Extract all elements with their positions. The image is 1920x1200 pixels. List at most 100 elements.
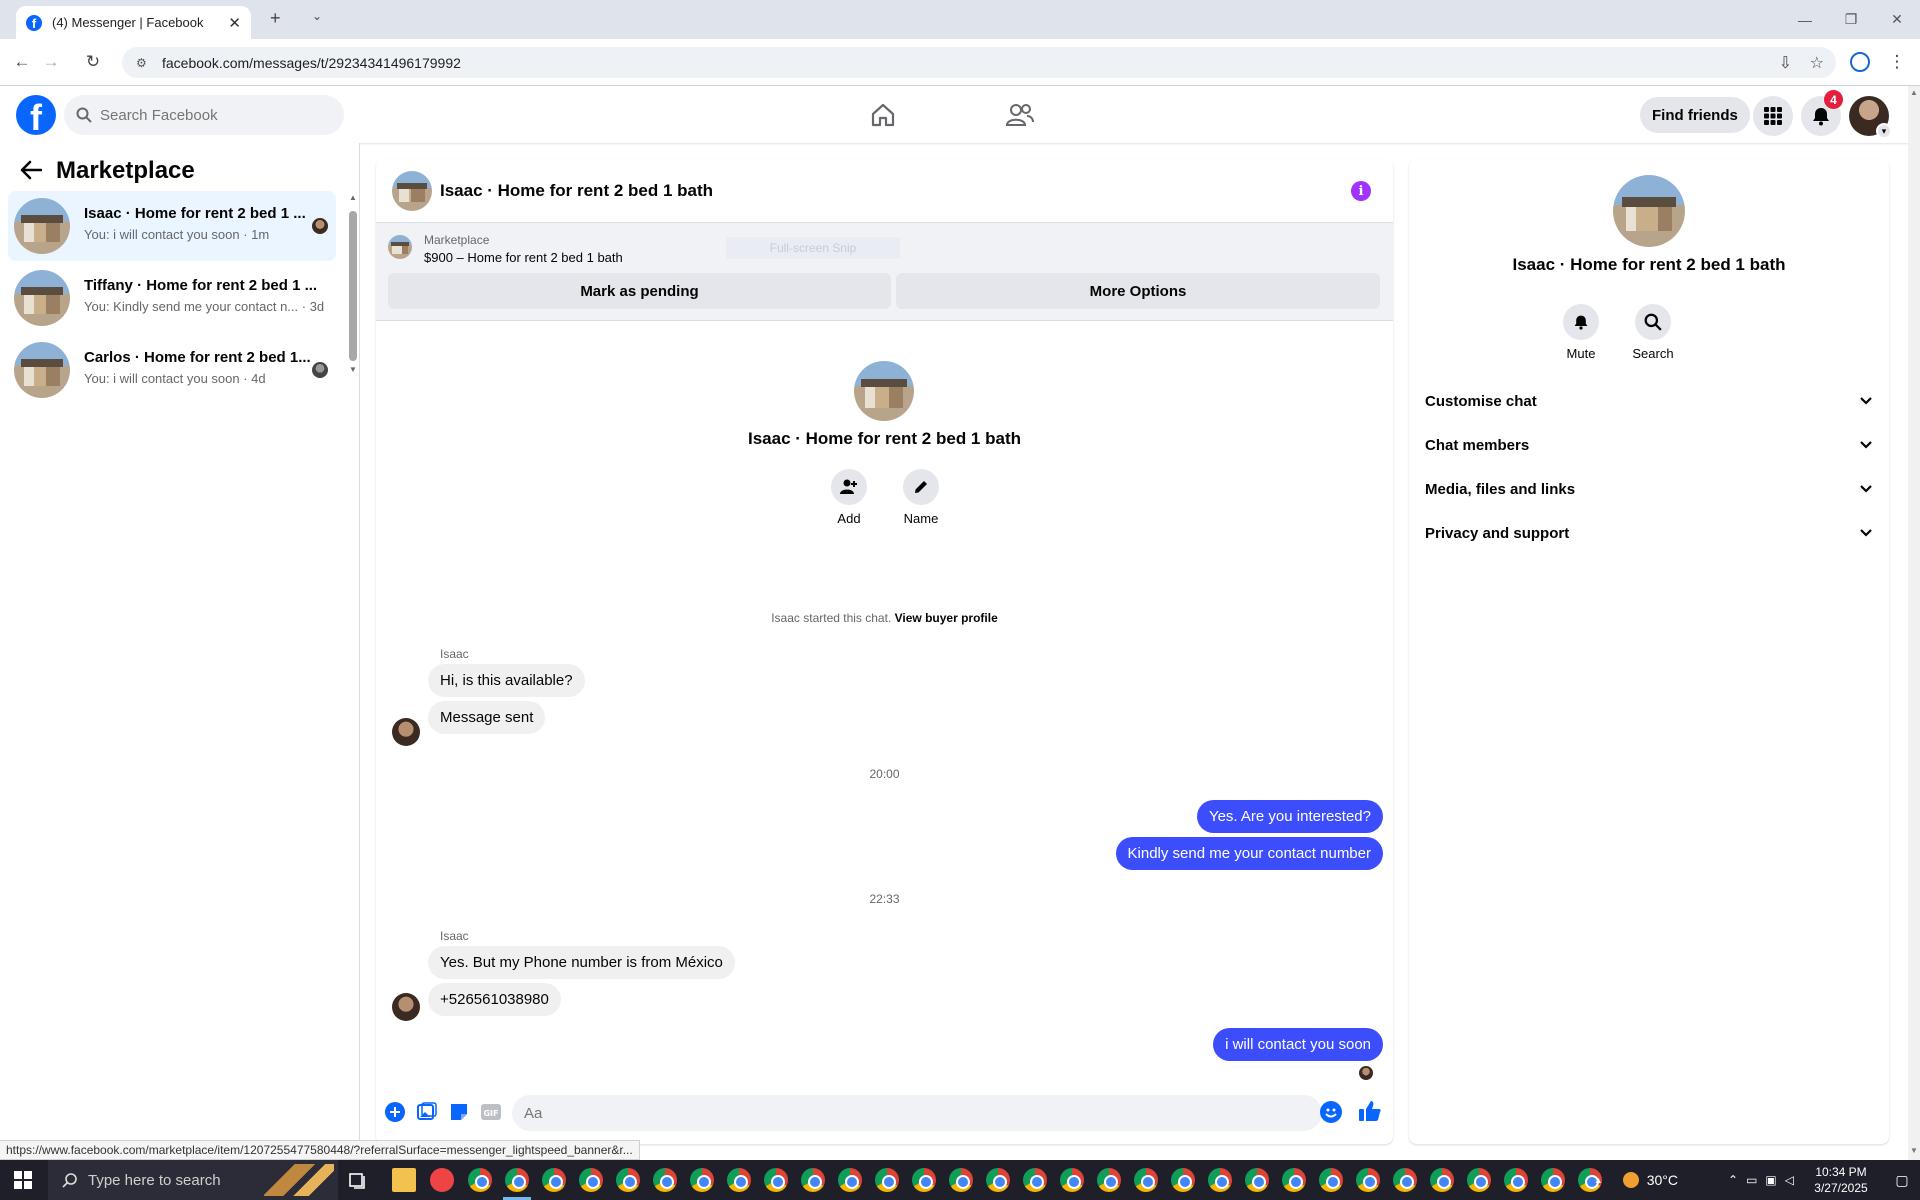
tray-scroll-icon[interactable]: ▲ <box>1594 1175 1603 1185</box>
task-view-icon[interactable] <box>346 1168 370 1192</box>
chrome-icon[interactable] <box>764 1168 788 1192</box>
taskbar-search[interactable]: Type here to search <box>48 1160 338 1200</box>
browser-profile-icon[interactable] <box>1850 52 1870 72</box>
chrome-icon[interactable] <box>1171 1168 1195 1192</box>
listing-price-title[interactable]: $900 – Home for rent 2 bed 1 bath <box>424 250 623 265</box>
scroll-down-icon[interactable]: ▼ <box>1910 1146 1918 1155</box>
chrome-icon[interactable] <box>542 1168 566 1192</box>
windows-start-icon[interactable] <box>0 1160 46 1200</box>
chrome-icon[interactable] <box>838 1168 862 1192</box>
customise-chat-section[interactable]: Customise chat <box>1425 381 1873 421</box>
search-input[interactable] <box>100 106 330 124</box>
temperature[interactable]: 30°C <box>1647 1172 1678 1188</box>
account-avatar[interactable]: ▾ <box>1849 96 1892 139</box>
emoji-icon[interactable] <box>1320 1101 1342 1123</box>
outgoing-message[interactable]: Kindly send me your contact number <box>1115 837 1383 870</box>
search-action[interactable]: Search <box>1623 304 1683 361</box>
chrome-icon[interactable] <box>1504 1168 1528 1192</box>
chrome-icon[interactable] <box>1430 1168 1454 1192</box>
outgoing-message[interactable]: i will contact you soon <box>1213 1028 1383 1061</box>
taskbar-clock[interactable]: 10:34 PM 3/27/2025 <box>1798 1164 1884 1196</box>
listing-thumbnail[interactable] <box>388 235 412 259</box>
reload-icon[interactable]: ↻ <box>80 49 106 75</box>
chrome-icon[interactable] <box>505 1168 529 1192</box>
media-files-links-section[interactable]: Media, files and links <box>1425 469 1873 509</box>
add-person-icon[interactable] <box>831 469 867 505</box>
show-hidden-icons-icon[interactable]: ⌃ <box>1728 1173 1738 1187</box>
notifications-center-icon[interactable]: ▢ <box>1884 1172 1920 1189</box>
incoming-message[interactable]: Yes. But my Phone number is from México <box>428 946 735 979</box>
file-explorer-icon[interactable] <box>392 1168 416 1192</box>
chat-list-item[interactable]: Carlos · Home for rent 2 bed 1... You: i… <box>8 335 336 405</box>
back-arrow-icon[interactable] <box>20 159 43 187</box>
chrome-icon[interactable] <box>1060 1168 1084 1192</box>
weather-icon[interactable] <box>1622 1172 1639 1188</box>
listing-thumbnail[interactable] <box>392 171 432 211</box>
sender-avatar[interactable] <box>392 718 420 746</box>
incoming-message[interactable]: +526561038980 <box>428 983 561 1016</box>
bookmark-star-icon[interactable]: ☆ <box>1810 53 1824 73</box>
privacy-support-section[interactable]: Privacy and support <box>1425 513 1873 553</box>
page-scrollbar[interactable]: ▲ ▼ <box>1908 86 1920 1160</box>
chrome-icon[interactable] <box>468 1168 492 1192</box>
scroll-up-icon[interactable]: ▲ <box>349 193 357 202</box>
facebook-search[interactable] <box>64 95 344 135</box>
volume-icon[interactable]: ◁ <box>1785 1173 1794 1187</box>
plus-circle-icon[interactable] <box>384 1101 406 1123</box>
chrome-icon[interactable] <box>579 1168 603 1192</box>
name-chat-action[interactable]: Name <box>891 469 951 526</box>
find-friends-button[interactable]: Find friends <box>1640 97 1750 133</box>
add-people-action[interactable]: Add <box>819 469 879 526</box>
chrome-icon[interactable] <box>690 1168 714 1192</box>
facebook-logo-icon[interactable]: f <box>16 95 56 135</box>
chrome-icon[interactable] <box>912 1168 936 1192</box>
scrollbar-thumb[interactable] <box>349 211 357 361</box>
close-tab-icon[interactable]: ✕ <box>228 14 241 32</box>
chrome-icon[interactable] <box>1356 1168 1380 1192</box>
back-icon[interactable]: ← <box>9 49 35 75</box>
chrome-icon[interactable] <box>875 1168 899 1192</box>
view-buyer-profile-link[interactable]: View buyer profile <box>895 611 998 625</box>
chrome-icon[interactable] <box>1393 1168 1417 1192</box>
message-input[interactable] <box>512 1095 1322 1131</box>
more-options-button[interactable]: More Options <box>896 273 1380 309</box>
new-tab-icon[interactable]: + <box>270 8 281 29</box>
chat-list-scrollbar[interactable]: ▲ ▼ <box>349 193 357 374</box>
battery-icon[interactable]: ▭ <box>1746 1173 1757 1187</box>
thumbs-up-icon[interactable] <box>1358 1099 1382 1123</box>
forward-icon[interactable]: → <box>38 49 64 75</box>
chrome-icon[interactable] <box>727 1168 751 1192</box>
chat-list-item[interactable]: Tiffany · Home for rent 2 bed 1 ... You:… <box>8 263 336 333</box>
chat-members-section[interactable]: Chat members <box>1425 425 1873 465</box>
chrome-icon[interactable] <box>986 1168 1010 1192</box>
mute-action[interactable]: Mute <box>1551 304 1611 361</box>
tab-search-chevron-icon[interactable]: ⌄ <box>312 9 322 23</box>
browser-tab[interactable]: f (4) Messenger | Facebook ✕ <box>16 6 251 39</box>
network-icon[interactable]: ▣ <box>1765 1173 1776 1187</box>
snipping-tool-icon[interactable] <box>430 1168 454 1192</box>
menu-grid-icon[interactable] <box>1753 96 1793 136</box>
chrome-icon[interactable] <box>1319 1168 1343 1192</box>
bell-icon[interactable] <box>1563 304 1599 340</box>
photo-icon[interactable] <box>416 1101 438 1123</box>
install-app-icon[interactable]: ⇩ <box>1779 53 1792 73</box>
chrome-icon[interactable] <box>1208 1168 1232 1192</box>
search-icon[interactable] <box>1635 304 1671 340</box>
chrome-icon[interactable] <box>616 1168 640 1192</box>
sticker-icon[interactable] <box>448 1101 470 1123</box>
info-icon[interactable]: i <box>1351 181 1371 201</box>
chrome-icon[interactable] <box>1023 1168 1047 1192</box>
chrome-icon[interactable] <box>1245 1168 1269 1192</box>
minimize-icon[interactable]: — <box>1782 0 1828 39</box>
mark-as-pending-button[interactable]: Mark as pending <box>388 273 891 309</box>
chat-list-item[interactable]: Isaac · Home for rent 2 bed 1 ... You: i… <box>8 191 336 261</box>
chrome-icon[interactable] <box>801 1168 825 1192</box>
gif-icon[interactable]: GIF <box>480 1101 502 1123</box>
pencil-icon[interactable] <box>903 469 939 505</box>
scroll-down-icon[interactable]: ▼ <box>349 365 357 374</box>
browser-menu-icon[interactable]: ⋮ <box>1884 49 1910 75</box>
chrome-icon[interactable] <box>1097 1168 1121 1192</box>
chrome-icon[interactable] <box>1467 1168 1491 1192</box>
incoming-message[interactable]: Message sent <box>428 701 546 734</box>
chrome-icon[interactable] <box>653 1168 677 1192</box>
